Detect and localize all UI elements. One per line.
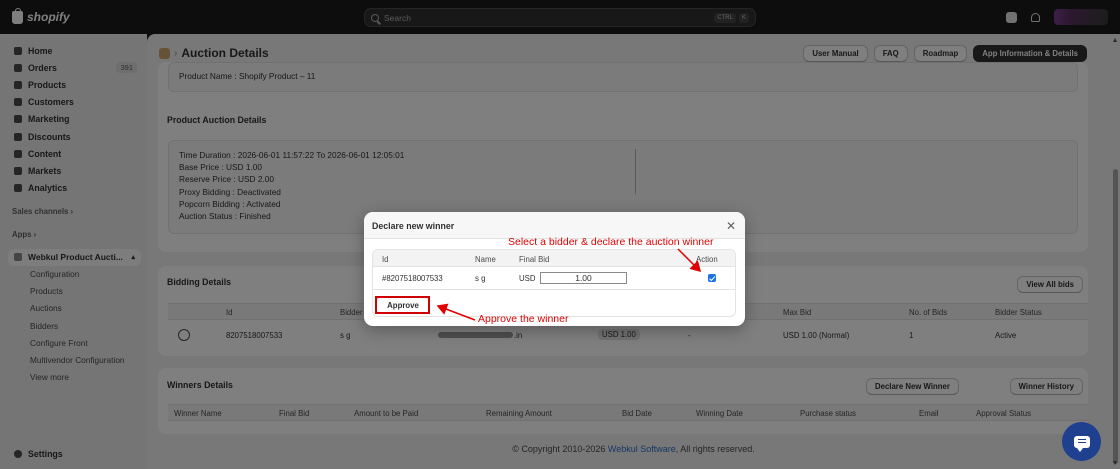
modal-header: Declare new winner ✕ bbox=[364, 212, 745, 239]
column-header: Name bbox=[475, 255, 496, 264]
final-bid-input[interactable]: 1.00 bbox=[540, 272, 627, 284]
chat-icon bbox=[1073, 435, 1090, 452]
modal-title: Declare new winner bbox=[372, 221, 455, 231]
chat-button[interactable] bbox=[1062, 422, 1101, 461]
winner-table-header: Id Name Final Bid Action bbox=[373, 250, 735, 267]
table-row: #8207518007533 s g USD 1.00 bbox=[373, 267, 735, 290]
column-header: Action bbox=[696, 255, 718, 264]
currency-label: USD bbox=[519, 274, 536, 283]
column-header: Id bbox=[382, 255, 389, 264]
select-winner-checkbox[interactable] bbox=[708, 274, 716, 282]
annotation-approve-winner: Approve the winner bbox=[478, 313, 569, 325]
winner-id: #8207518007533 bbox=[382, 274, 443, 283]
column-header: Final Bid bbox=[519, 255, 550, 264]
annotation-select-bidder: Select a bidder & declare the auction wi… bbox=[508, 236, 714, 248]
winner-name: s g bbox=[475, 274, 486, 283]
close-icon[interactable]: ✕ bbox=[726, 219, 736, 233]
final-bid-field: USD 1.00 bbox=[519, 267, 639, 290]
approve-highlight-box bbox=[375, 296, 430, 314]
